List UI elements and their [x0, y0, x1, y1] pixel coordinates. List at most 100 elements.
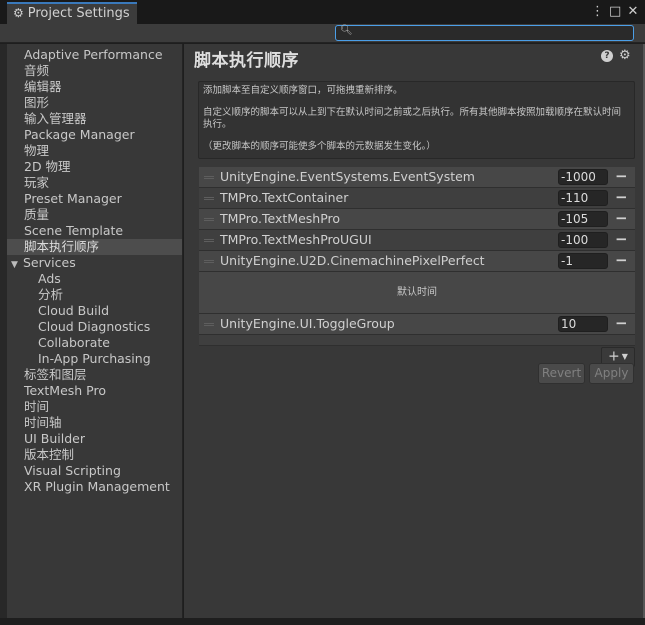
sidebar-item[interactable]: Preset Manager [7, 191, 182, 207]
sidebar-item-label: Cloud Diagnostics [38, 319, 151, 334]
script-name: TMPro.TextMeshProUGUI [220, 232, 372, 247]
search-input[interactable] [352, 26, 630, 40]
sidebar-item[interactable]: In-App Purchasing [7, 351, 182, 367]
sidebar-item[interactable]: Visual Scripting [7, 463, 182, 479]
execution-order-field[interactable] [558, 253, 608, 269]
sidebar-item-label: Scene Template [24, 223, 124, 238]
sidebar-item[interactable]: ▼ Services [7, 255, 182, 271]
sidebar-item[interactable]: TextMesh Pro [7, 383, 182, 399]
sidebar-item[interactable]: 编辑器 [7, 79, 182, 95]
execution-order-field[interactable] [558, 211, 608, 227]
expand-triangle-icon[interactable]: ▼ [11, 257, 23, 273]
more-vertical-icon[interactable]: ⋮ [591, 3, 604, 21]
sidebar-item-label: 音频 [24, 63, 50, 78]
revert-button[interactable]: Revert [538, 363, 585, 384]
sidebar-item[interactable]: 脚本执行顺序 [7, 239, 182, 255]
remove-script-button[interactable]: − [615, 167, 628, 185]
page-title: 脚本执行顺序 [194, 51, 299, 71]
window-controls: ⋮ □ ✕ [591, 3, 639, 21]
sidebar-item[interactable]: 标签和图层 [7, 367, 182, 383]
drag-handle-icon[interactable] [204, 218, 214, 221]
drag-handle-icon[interactable] [204, 260, 214, 263]
settings-sidebar: Adaptive Performance 音频 编辑器 图形 输入管理器 Package … [7, 44, 183, 618]
sidebar-item-label: 时间 [24, 399, 50, 414]
sidebar-item[interactable]: 玩家 [7, 175, 182, 191]
drag-handle-icon[interactable] [204, 323, 214, 326]
default-time-label: 默认时间 [199, 272, 635, 314]
title-bar: ⚙ Project Settings ⋮ □ ✕ [0, 0, 645, 24]
sidebar-item-label: Collaborate [38, 335, 110, 350]
sidebar-item[interactable]: Cloud Build [7, 303, 182, 319]
sidebar-item-label: 时间轴 [24, 415, 62, 430]
remove-script-button[interactable]: − [615, 230, 628, 248]
sidebar-item-label: UI Builder [24, 431, 86, 446]
script-row[interactable]: UnityEngine.UI.ToggleGroup − [199, 314, 635, 335]
gear-icon: ⚙ [13, 6, 24, 20]
sidebar-item[interactable]: 物理 [7, 143, 182, 159]
sidebar-item-label: 图形 [24, 95, 50, 110]
sidebar-item-label: Visual Scripting [24, 463, 121, 478]
window-tab-label: Project Settings [27, 6, 130, 21]
sidebar-item-label: TextMesh Pro [24, 383, 106, 398]
remove-script-button[interactable]: − [615, 314, 628, 332]
script-row[interactable]: TMPro.TextMeshProUGUI − [199, 230, 635, 251]
script-row[interactable]: UnityEngine.EventSystems.EventSystem − [199, 167, 635, 188]
script-row[interactable]: TMPro.TextMeshPro − [199, 209, 635, 230]
sidebar-item[interactable]: Collaborate [7, 335, 182, 351]
maximize-icon[interactable]: □ [609, 3, 621, 21]
sidebar-item[interactable]: UI Builder [7, 431, 182, 447]
script-name: UnityEngine.UI.ToggleGroup [220, 316, 395, 331]
sidebar-item-label: Preset Manager [24, 191, 122, 206]
sidebar-item[interactable]: XR Plugin Management [7, 479, 182, 495]
search-box[interactable]: 🔍︎ [335, 25, 634, 41]
script-row[interactable]: TMPro.TextContainer − [199, 188, 635, 209]
info-line-2: 自定义顺序的脚本可以从上到下在默认时间之前或之后执行。所有其他脚本按照加载顺序在… [203, 107, 622, 130]
script-name: TMPro.TextContainer [220, 190, 349, 205]
remove-script-button[interactable]: − [615, 188, 628, 206]
toolbar: 🔍︎ [0, 24, 645, 43]
script-name: UnityEngine.U2D.CinemachinePixelPerfect [220, 253, 485, 268]
close-icon[interactable]: ✕ [627, 3, 639, 21]
sidebar-item[interactable]: 2D 物理 [7, 159, 182, 175]
sidebar-item[interactable]: 音频 [7, 63, 182, 79]
sidebar-item-label: Adaptive Performance [24, 47, 163, 62]
window-tab[interactable]: ⚙ Project Settings [7, 2, 137, 24]
script-row[interactable]: UnityEngine.U2D.CinemachinePixelPerfect − [199, 251, 635, 272]
sidebar-item-label: 输入管理器 [24, 111, 87, 126]
info-line-1: 添加脚本至自定义顺序窗口，可拖拽重新排序。 [203, 85, 403, 96]
apply-button[interactable]: Apply [589, 363, 634, 384]
sidebar-item-label: 质量 [24, 207, 50, 222]
sidebar-item[interactable]: 输入管理器 [7, 111, 182, 127]
sidebar-item-label: 编辑器 [24, 79, 62, 94]
drag-handle-icon[interactable] [204, 176, 214, 179]
sidebar-item-label: 分析 [38, 287, 64, 302]
sidebar-item[interactable]: 质量 [7, 207, 182, 223]
sidebar-item-label: Package Manager [24, 127, 135, 142]
sidebar-item[interactable]: 时间轴 [7, 415, 182, 431]
sidebar-item[interactable]: Cloud Diagnostics [7, 319, 182, 335]
sidebar-item[interactable]: 版本控制 [7, 447, 182, 463]
execution-order-field[interactable] [558, 316, 608, 332]
sidebar-item[interactable]: 分析 [7, 287, 182, 303]
sidebar-item-label: In-App Purchasing [38, 351, 151, 366]
sidebar-item[interactable]: Adaptive Performance [7, 47, 182, 63]
sidebar-item[interactable]: Ads [7, 271, 182, 287]
execution-order-field[interactable] [558, 169, 608, 185]
settings-icon[interactable]: ⚙ [619, 48, 631, 63]
sidebar-item[interactable]: 时间 [7, 399, 182, 415]
drag-handle-icon[interactable] [204, 197, 214, 200]
sidebar-item-label: Services [23, 255, 76, 270]
bottom-strip [0, 618, 645, 625]
sidebar-item-label: Cloud Build [38, 303, 110, 318]
sidebar-item[interactable]: Package Manager [7, 127, 182, 143]
sidebar-item-label: XR Plugin Management [24, 479, 170, 494]
execution-order-field[interactable] [558, 190, 608, 206]
sidebar-item[interactable]: 图形 [7, 95, 182, 111]
help-icon[interactable]: ? [601, 50, 613, 62]
sidebar-item[interactable]: Scene Template [7, 223, 182, 239]
remove-script-button[interactable]: − [615, 209, 628, 227]
sidebar-item-label: 2D 物理 [24, 159, 71, 174]
remove-script-button[interactable]: − [615, 251, 628, 269]
execution-order-field[interactable] [558, 232, 608, 248]
drag-handle-icon[interactable] [204, 239, 214, 242]
